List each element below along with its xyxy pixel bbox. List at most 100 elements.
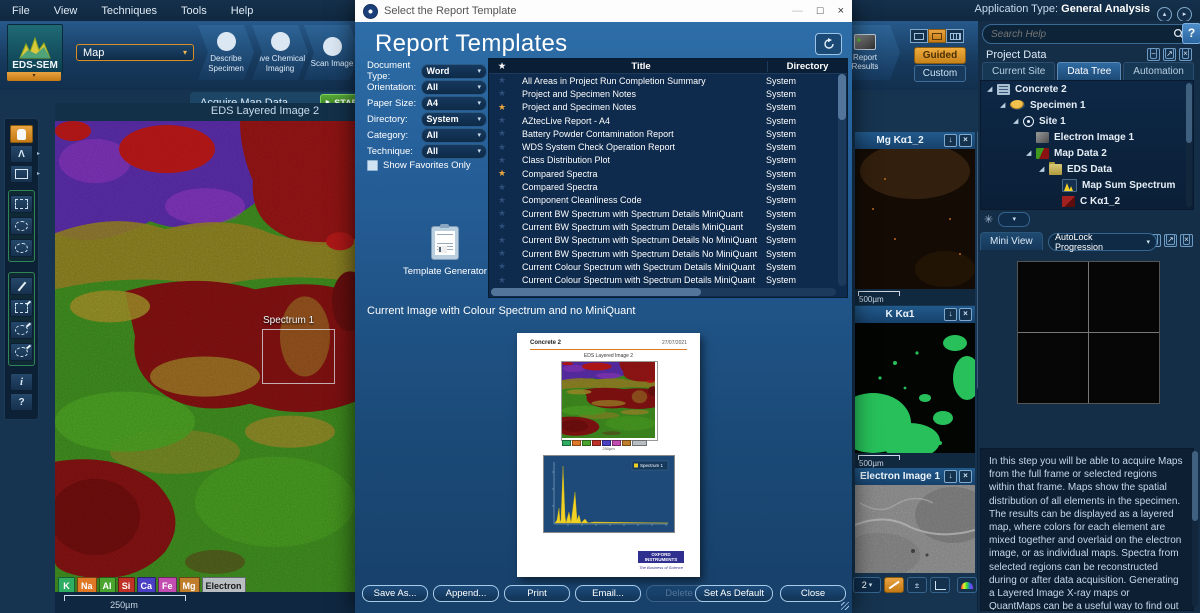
template-row[interactable]: ★ Compared Spectra System	[489, 180, 838, 193]
dialog-titlebar[interactable]: Select the Report Template — □ ×	[355, 0, 852, 22]
tree-expander-icon[interactable]: ◢	[987, 85, 996, 93]
favorite-star-icon[interactable]: ★	[489, 115, 515, 126]
tree-item[interactable]: ◢ Site 1	[981, 113, 1193, 129]
menu-item[interactable]: File	[0, 5, 42, 17]
filter-dropdown[interactable]: All ▾	[421, 80, 487, 95]
filter-dropdown[interactable]: All ▾	[421, 144, 487, 159]
template-row[interactable]: ★ All Areas in Project Run Completion Su…	[489, 74, 838, 87]
dialog-button[interactable]: Save As...	[362, 585, 428, 602]
menu-item[interactable]: Techniques	[89, 5, 169, 17]
custom-mode-button[interactable]: Custom	[914, 65, 966, 82]
template-row[interactable]: ★ Class Distribution Plot System	[489, 154, 838, 167]
brightness-contrast-button[interactable]: ±	[907, 577, 927, 593]
search-input[interactable]	[989, 28, 1173, 41]
favorite-star-icon[interactable]: ★	[489, 235, 515, 246]
tool-button[interactable]	[10, 125, 33, 143]
template-row[interactable]: ★ Compared Spectra System	[489, 167, 838, 180]
spectrum-region-box[interactable]	[262, 329, 335, 384]
layout-dual-button[interactable]	[928, 29, 946, 43]
tool-button[interactable]	[10, 393, 33, 411]
color-palette-button[interactable]	[957, 577, 977, 593]
favorite-star-icon[interactable]: ★	[489, 182, 515, 193]
map-mode-dropdown[interactable]: Map ▾	[76, 44, 194, 61]
tool-button[interactable]	[10, 277, 33, 295]
notes-scrollbar[interactable]	[1192, 451, 1198, 607]
filter-dropdown[interactable]: System ▾	[421, 112, 487, 127]
k-map-image[interactable]	[855, 323, 975, 453]
mg-map-image[interactable]	[855, 149, 975, 289]
menu-item[interactable]: Tools	[169, 5, 219, 17]
export-icon[interactable]: ↓	[944, 134, 957, 147]
tree-item[interactable]: ◢ C Kα1_2	[981, 193, 1193, 209]
tool-button[interactable]	[10, 145, 33, 163]
template-row[interactable]: ★ Battery Powder Contamination Report Sy…	[489, 127, 838, 140]
tree-scrollbar[interactable]	[1186, 83, 1192, 207]
project-data-tab[interactable]: Automation	[1123, 62, 1194, 80]
template-row[interactable]: ★ Current BW Spectrum with Spectrum Deta…	[489, 220, 838, 233]
tool-button[interactable]	[10, 217, 33, 235]
favorite-star-icon[interactable]: ★	[489, 88, 515, 99]
close-icon[interactable]: ×	[1180, 234, 1193, 247]
favorite-star-icon[interactable]: ★	[489, 248, 515, 259]
close-icon[interactable]: ×	[959, 470, 972, 483]
tree-item[interactable]: ◢ Map Data 2	[981, 145, 1193, 161]
tree-item[interactable]: ◢ EDS Data	[981, 161, 1193, 177]
gear-icon[interactable]: ✳	[984, 213, 993, 226]
template-row[interactable]: ★ Current BW Spectrum with Spectrum Deta…	[489, 207, 838, 220]
next-panel-button[interactable]: ▸	[1177, 3, 1192, 22]
dialog-button[interactable]: Close	[780, 585, 846, 602]
collapse-panel-button[interactable]: ▴	[1157, 3, 1172, 22]
close-icon[interactable]: ×	[959, 308, 972, 321]
tool-button[interactable]	[10, 373, 33, 391]
tool-button[interactable]	[10, 343, 33, 361]
project-data-tab[interactable]: Current Site	[982, 62, 1055, 80]
favorite-star-icon[interactable]: ★	[489, 275, 515, 286]
template-row[interactable]: ★ Current Colour Spectrum with Spectrum …	[489, 260, 838, 273]
tool-button[interactable]	[10, 299, 33, 317]
layout-single-button[interactable]	[910, 29, 928, 43]
tree-expander-icon[interactable]: ◢	[1026, 149, 1035, 157]
tree-item[interactable]: ◢ Map Sum Spectrum	[981, 177, 1193, 193]
layer-count-dropdown[interactable]: 2▾	[853, 577, 881, 593]
title-column-header[interactable]: Title	[515, 61, 767, 72]
filter-dropdown[interactable]: Word ▾	[421, 64, 487, 79]
tool-button[interactable]	[10, 321, 33, 339]
tree-expander-icon[interactable]: ◢	[1039, 165, 1048, 173]
dialog-button[interactable]: Email...	[575, 585, 641, 602]
project-data-tab[interactable]: Data Tree	[1057, 62, 1121, 80]
template-row[interactable]: ★ Current BW Spectrum with Spectrum Deta…	[489, 247, 838, 260]
favorite-star-icon[interactable]: ★	[489, 142, 515, 153]
layout-triple-button[interactable]	[946, 29, 964, 43]
tree-expander-icon[interactable]: ◢	[1000, 101, 1009, 109]
tool-button[interactable]	[10, 195, 33, 213]
refresh-button[interactable]	[815, 33, 842, 55]
table-vertical-scrollbar[interactable]	[838, 74, 846, 286]
autolock-progression-image[interactable]	[1017, 261, 1160, 404]
close-icon[interactable]: ×	[838, 5, 844, 17]
favorite-star-icon[interactable]: ★	[489, 168, 515, 179]
autoscale-button[interactable]	[884, 577, 904, 593]
favorite-star-icon[interactable]: ★	[489, 102, 515, 113]
favorite-star-icon[interactable]: ★	[489, 128, 515, 139]
template-row[interactable]: ★ Current Colour Spectrum with Spectrum …	[489, 273, 838, 286]
popout-icon[interactable]: ↗	[1164, 234, 1177, 247]
tree-item[interactable]: ◢ Specimen 1	[981, 97, 1193, 113]
favorite-star-icon[interactable]: ★	[489, 208, 515, 219]
favorite-star-icon[interactable]: ★	[489, 75, 515, 86]
template-row[interactable]: ★ Project and Specimen Notes System	[489, 87, 838, 100]
eds-sem-logo[interactable]: EDS-SEM	[7, 24, 63, 74]
template-row[interactable]: ★ AZtecLive Report - A4 System	[489, 114, 838, 127]
popout-icon[interactable]: ↗	[1163, 48, 1176, 61]
favorite-column-icon[interactable]: ★	[489, 61, 515, 72]
tree-expander-icon[interactable]: ◢	[1013, 117, 1022, 125]
tool-button[interactable]	[10, 239, 33, 257]
favorite-star-icon[interactable]: ★	[489, 261, 515, 272]
electron-image-thumb[interactable]	[855, 485, 975, 573]
minimize-icon[interactable]: —	[792, 5, 803, 17]
favorite-star-icon[interactable]: ★	[489, 195, 515, 206]
menu-item[interactable]: Help	[219, 5, 266, 17]
histogram-button[interactable]	[930, 577, 950, 593]
directory-column-header[interactable]: Directory	[767, 61, 847, 72]
tree-item[interactable]: ◢ Electron Image 1	[981, 129, 1193, 145]
template-row[interactable]: ★ Current BW Spectrum with Spectrum Deta…	[489, 234, 838, 247]
